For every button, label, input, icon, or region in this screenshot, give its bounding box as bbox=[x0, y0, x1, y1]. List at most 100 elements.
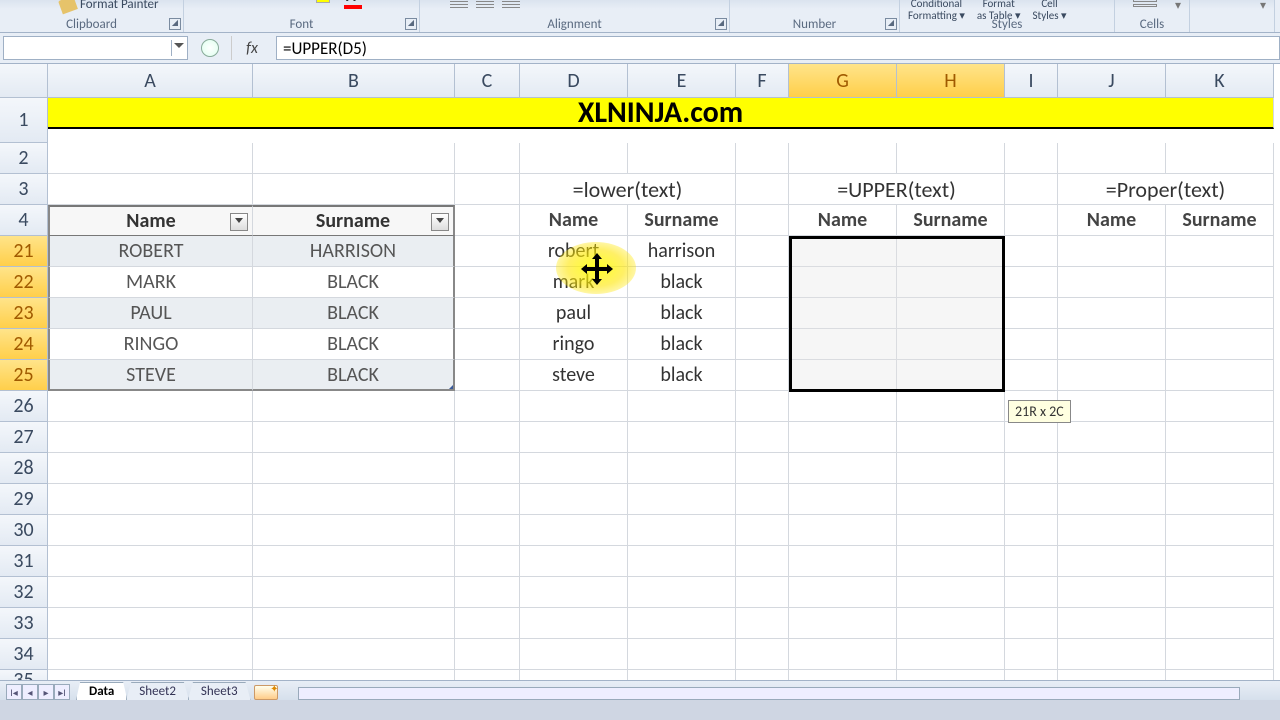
ribbon-group-alignment: Alignment ◢ bbox=[420, 0, 730, 32]
row-header[interactable]: 21 bbox=[0, 236, 48, 267]
cell[interactable]: black bbox=[628, 298, 736, 329]
column-label: Surname bbox=[1166, 205, 1274, 236]
ribbon-label-styles: Styles bbox=[900, 17, 1114, 32]
highlight-color-button[interactable] bbox=[314, 0, 336, 7]
row-header[interactable]: 4 bbox=[0, 205, 48, 236]
sheet-tab-strip: I◂◂▸▸I Data Sheet2 Sheet3 bbox=[0, 680, 1280, 700]
column-header[interactable]: J bbox=[1058, 64, 1166, 98]
dialog-launcher-icon[interactable]: ◢ bbox=[715, 18, 727, 30]
table-header-name[interactable]: Name bbox=[48, 205, 253, 236]
table-resize-handle[interactable] bbox=[446, 382, 455, 391]
new-sheet-button[interactable] bbox=[254, 685, 278, 700]
column-header[interactable]: C bbox=[455, 64, 520, 98]
ribbon-group-font: A Font ◢ bbox=[184, 0, 420, 32]
horizontal-scrollbar[interactable] bbox=[298, 687, 1240, 700]
formula-bar: fx =UPPER(D5) bbox=[0, 33, 1280, 64]
column-label: Surname bbox=[897, 205, 1005, 236]
sheet-tab[interactable]: Sheet2 bbox=[126, 682, 189, 700]
table-header-surname[interactable]: Surname bbox=[253, 205, 455, 236]
chevron-down-icon[interactable]: ▾ bbox=[1260, 0, 1266, 13]
ribbon: Format Painter Clipboard ◢ A Font ◢ Alig… bbox=[0, 0, 1280, 33]
font-color-button[interactable]: A bbox=[344, 0, 366, 7]
cell[interactable]: black bbox=[628, 267, 736, 298]
row-header[interactable]: 30 bbox=[0, 515, 48, 546]
cell[interactable]: ROBERT bbox=[48, 236, 253, 267]
dialog-launcher-icon[interactable]: ◢ bbox=[405, 18, 417, 30]
row-header[interactable]: 31 bbox=[0, 546, 48, 577]
cell[interactable]: harrison bbox=[628, 236, 736, 267]
name-box[interactable] bbox=[3, 36, 188, 60]
cell[interactable]: BLACK bbox=[253, 329, 455, 360]
row-header[interactable]: 29 bbox=[0, 484, 48, 515]
cell[interactable]: HARRISON bbox=[253, 236, 455, 267]
cell[interactable]: BLACK bbox=[253, 298, 455, 329]
ribbon-group-number: Number ◢ bbox=[730, 0, 900, 32]
sheet-tab[interactable]: Sheet3 bbox=[188, 682, 251, 700]
column-label: Name bbox=[1058, 205, 1166, 236]
ribbon-group-editing: ▾ bbox=[1190, 0, 1275, 32]
column-label: Name bbox=[789, 205, 897, 236]
row-header[interactable]: 28 bbox=[0, 453, 48, 484]
column-header[interactable]: I bbox=[1005, 64, 1058, 98]
row-header[interactable]: 1 bbox=[0, 98, 48, 143]
row-header[interactable]: 23 bbox=[0, 298, 48, 329]
row-header[interactable]: 33 bbox=[0, 608, 48, 639]
fx-icon: fx bbox=[246, 39, 258, 58]
alignment-buttons[interactable] bbox=[450, 0, 520, 10]
ribbon-group-styles: ConditionalFormatting ▾ Formatas Table ▾… bbox=[900, 0, 1115, 32]
cell[interactable]: MARK bbox=[48, 267, 253, 298]
row-header[interactable]: 25 bbox=[0, 360, 48, 391]
column-header[interactable]: F bbox=[736, 64, 789, 98]
format-painter-button[interactable]: Format Painter bbox=[60, 0, 159, 12]
cell[interactable]: black bbox=[628, 360, 736, 391]
cell[interactable]: ringo bbox=[520, 329, 628, 360]
formula-label-proper: =Proper(text) bbox=[1058, 174, 1274, 205]
ribbon-label-alignment: Alignment bbox=[420, 17, 729, 32]
cell[interactable]: BLACK bbox=[253, 267, 455, 298]
cell[interactable]: RINGO bbox=[48, 329, 253, 360]
insert-function-button[interactable]: fx bbox=[232, 36, 276, 60]
cell[interactable]: steve bbox=[520, 360, 628, 391]
filter-dropdown-icon[interactable] bbox=[230, 213, 248, 231]
page-title: XLNINJA.com bbox=[48, 98, 1274, 129]
chevron-down-icon[interactable] bbox=[171, 40, 185, 56]
column-label: Name bbox=[520, 205, 628, 236]
cells-buttons[interactable] bbox=[1133, 0, 1157, 7]
row-header[interactable]: 24 bbox=[0, 329, 48, 360]
filter-dropdown-icon[interactable] bbox=[431, 213, 449, 231]
cell[interactable]: BLACK bbox=[253, 360, 455, 391]
column-header[interactable]: B bbox=[253, 64, 455, 98]
row-header[interactable]: 32 bbox=[0, 577, 48, 608]
cell[interactable]: STEVE bbox=[48, 360, 253, 391]
sheet-tab-active[interactable]: Data bbox=[76, 682, 127, 700]
column-header[interactable]: E bbox=[628, 64, 736, 98]
chevron-down-icon[interactable]: ▾ bbox=[1175, 0, 1181, 13]
select-all-corner[interactable] bbox=[0, 64, 48, 98]
column-header[interactable]: A bbox=[48, 64, 253, 98]
row-header[interactable]: 22 bbox=[0, 267, 48, 298]
row-header[interactable]: 3 bbox=[0, 174, 48, 205]
cell[interactable]: PAUL bbox=[48, 298, 253, 329]
ribbon-label-clipboard: Clipboard bbox=[0, 17, 183, 32]
cell[interactable]: black bbox=[628, 329, 736, 360]
cell[interactable]: robert bbox=[520, 236, 628, 267]
formula-input[interactable]: =UPPER(D5) bbox=[276, 36, 1280, 60]
column-header[interactable]: K bbox=[1166, 64, 1274, 98]
tab-nav-buttons[interactable]: I◂◂▸▸I bbox=[6, 684, 70, 700]
row-header[interactable]: 2 bbox=[0, 143, 48, 174]
column-header[interactable]: D bbox=[520, 64, 628, 98]
row-header[interactable]: 34 bbox=[0, 639, 48, 670]
cell[interactable]: mark bbox=[520, 267, 628, 298]
row-header[interactable]: 27 bbox=[0, 422, 48, 453]
row-header[interactable]: 26 bbox=[0, 391, 48, 422]
dialog-launcher-icon[interactable]: ◢ bbox=[169, 18, 181, 30]
format-painter-label: Format Painter bbox=[80, 0, 159, 12]
column-header[interactable]: H bbox=[897, 64, 1005, 98]
ribbon-label-font: Font bbox=[184, 17, 419, 32]
cancel-enter-buttons[interactable] bbox=[188, 36, 232, 60]
worksheet[interactable]: A B C D E F G H I J K 1 XLNINJA.com 2 3 … bbox=[0, 64, 1280, 700]
ribbon-label-number: Number bbox=[730, 17, 899, 32]
cell[interactable]: paul bbox=[520, 298, 628, 329]
column-header[interactable]: G bbox=[789, 64, 897, 98]
dialog-launcher-icon[interactable]: ◢ bbox=[885, 18, 897, 30]
